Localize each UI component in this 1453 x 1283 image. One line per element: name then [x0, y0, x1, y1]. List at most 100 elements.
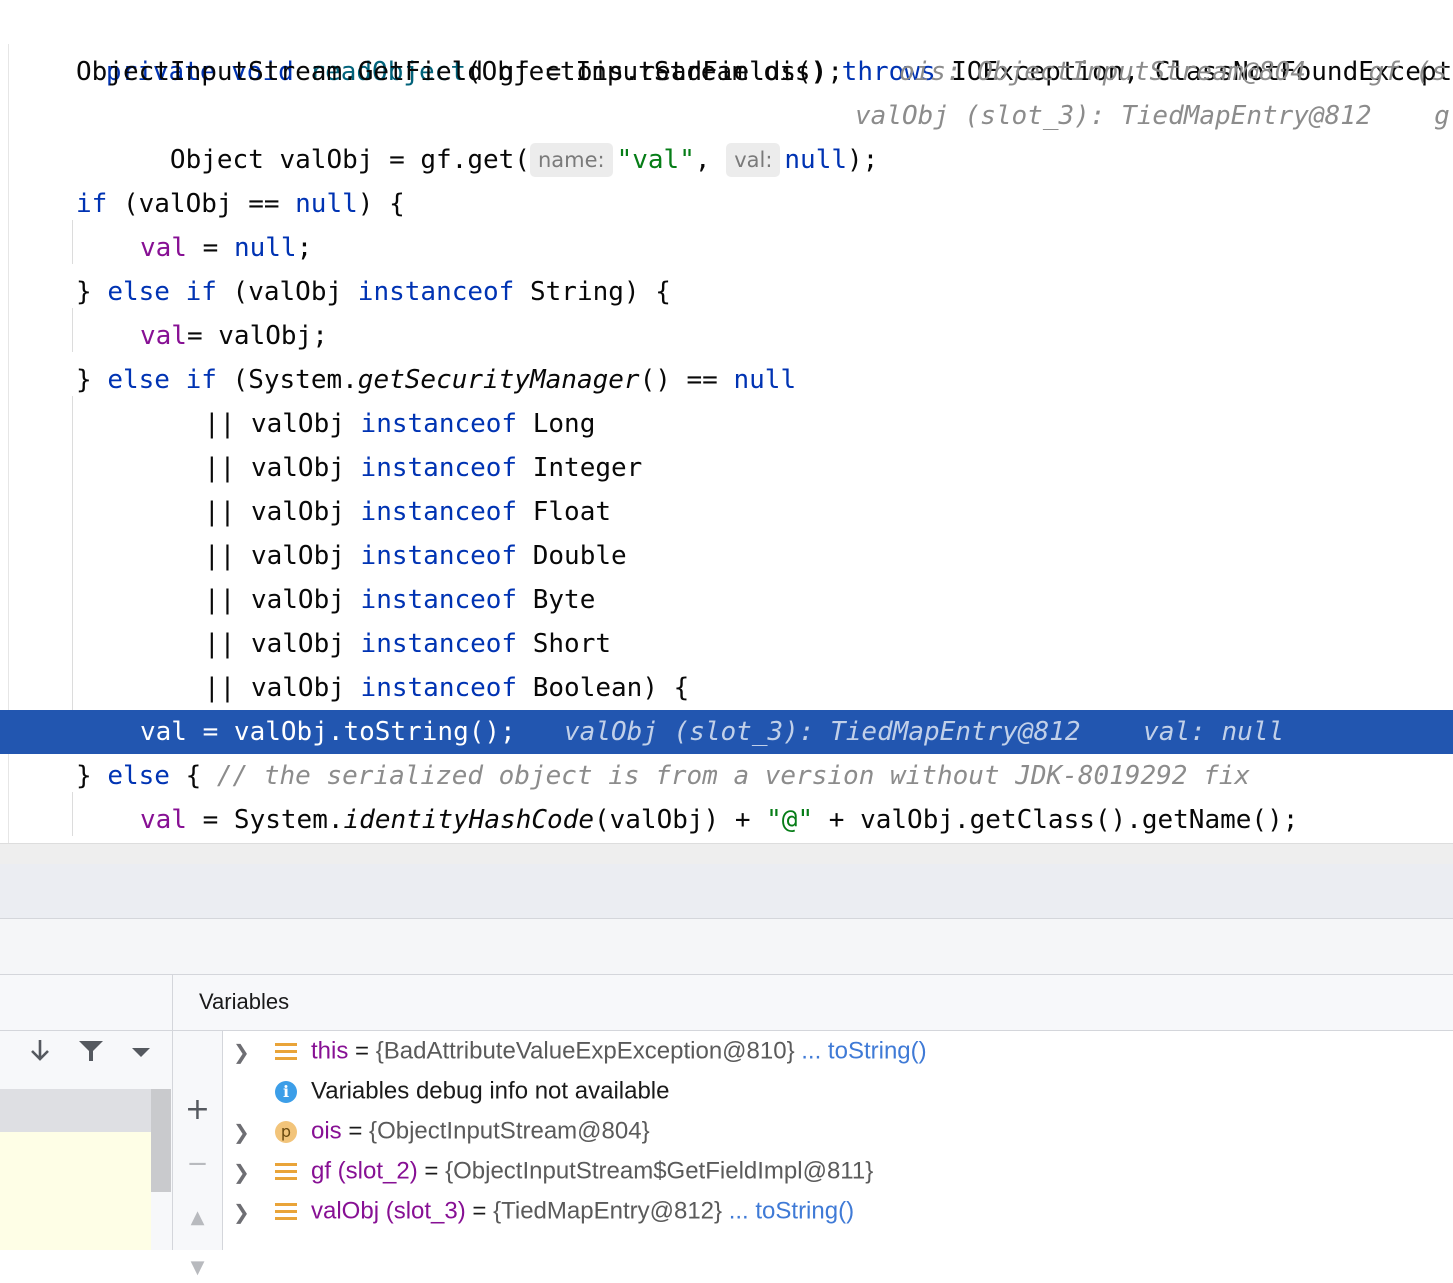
type-name: Boolean) {: [517, 673, 690, 703]
code-line-or-float[interactable]: || valObj instanceof Float: [0, 490, 1453, 534]
remove-watch-icon[interactable]: −: [173, 1149, 222, 1179]
code-text: + valObj.getClass().getName();: [813, 805, 1299, 835]
expand-chevron-icon[interactable]: ❯: [233, 1152, 263, 1192]
code-editor[interactable]: private void readObject(ObjectInputStrea…: [0, 0, 1453, 864]
frame-selected-row[interactable]: [0, 1089, 151, 1132]
code-text: =: [186, 233, 234, 263]
type-name: Double: [517, 541, 627, 571]
code-text: }: [76, 761, 108, 791]
code-text: || valObj: [204, 453, 361, 483]
variable-row-ois[interactable]: ❯ p ois = {ObjectInputStream@804}: [233, 1111, 650, 1151]
code-text: (System.: [216, 365, 358, 395]
add-watch-icon[interactable]: +: [173, 1095, 222, 1125]
code-text: = valObj.toString();: [186, 717, 516, 747]
variables-toolbar: + − ▲ ▼: [173, 1031, 223, 1278]
code-text: Object valObj = gf.get(: [169, 145, 530, 175]
string-literal: "val": [616, 145, 695, 175]
variable-name: ois: [311, 1117, 342, 1145]
frames-list-area[interactable]: [0, 1132, 151, 1250]
type-name: Long: [517, 409, 596, 439]
code-text: = System.: [186, 805, 344, 835]
keyword-null: null: [733, 365, 797, 395]
tostring-link[interactable]: ... toString(): [795, 1038, 926, 1065]
code-text: || valObj: [204, 629, 361, 659]
tostring-link[interactable]: ... toString(): [722, 1198, 854, 1225]
variable-value: {ObjectInputStream$GetFieldImpl@811}: [445, 1157, 874, 1185]
method-call: getSecurityManager: [357, 365, 640, 395]
keyword-instanceof: instanceof: [360, 629, 518, 659]
code-line-else-if-string[interactable]: } else if (valObj instanceof String) {: [0, 270, 1453, 314]
field-val: val: [140, 717, 187, 747]
code-text: || valObj: [204, 409, 361, 439]
code-line-or-byte[interactable]: || valObj instanceof Byte: [0, 578, 1453, 622]
code-line-else-if-security[interactable]: } else if (System.getSecurityManager() =…: [0, 358, 1453, 402]
code-line-method-signature[interactable]: private void readObject(ObjectInputStrea…: [0, 6, 1453, 87]
keyword-instanceof: instanceof: [360, 585, 518, 615]
variable-name: valObj (slot_3): [311, 1197, 466, 1225]
keyword-else: else: [107, 277, 170, 307]
inline-debug-hint: valObj (slot_3): TiedMapEntry@812 g: [855, 101, 1450, 131]
keyword-else: else: [107, 365, 170, 395]
move-up-icon[interactable]: ▲: [173, 1203, 222, 1233]
variables-header: Variables: [173, 975, 1453, 1031]
type-name: Integer: [517, 453, 643, 483]
code-text: (valObj ==: [107, 189, 296, 219]
variable-value: {ObjectInputStream@804}: [369, 1117, 650, 1145]
type-name: Byte: [517, 585, 596, 615]
code-line-val-assign[interactable]: val= valObj;: [0, 314, 1453, 358]
keyword-instanceof: instanceof: [360, 541, 518, 571]
code-text: ObjectInputStream.GetField gf = ois.read…: [76, 57, 844, 87]
variable-row-gf[interactable]: ❯ gf (slot_2) = {ObjectInputStream$GetFie…: [233, 1151, 873, 1191]
keyword-instanceof: instanceof: [360, 409, 518, 439]
variable-row-this[interactable]: ❯ this = {BadAttributeValueExpException@8…: [233, 1031, 927, 1071]
keyword-null: null: [784, 145, 848, 175]
frames-panel[interactable]: [0, 975, 173, 1250]
code-line-or-long[interactable]: || valObj instanceof Long: [0, 402, 1453, 446]
frames-scrollbar[interactable]: [151, 1089, 171, 1192]
editor-horizontal-scrollbar[interactable]: [0, 843, 1453, 864]
variable-value: {TiedMapEntry@812}: [493, 1197, 723, 1225]
filter-icon[interactable]: [78, 1039, 104, 1067]
code-text: ) {: [357, 189, 405, 219]
code-text: (valObj) +: [593, 805, 767, 835]
chevron-down-icon[interactable]: [130, 1045, 152, 1064]
parameter-hint-val: val:: [726, 143, 781, 177]
code-line-identity-hash[interactable]: val = System.identityHashCode(valObj) + …: [0, 798, 1453, 842]
code-line-or-short[interactable]: || valObj instanceof Short: [0, 622, 1453, 666]
move-down-icon[interactable]: ▼: [173, 1253, 222, 1283]
field-val: val: [140, 233, 187, 263]
expand-chevron-icon[interactable]: ❯: [233, 1192, 263, 1232]
info-icon: i: [275, 1080, 297, 1103]
frames-toolbar: [0, 1030, 172, 1063]
field-icon: [275, 1200, 297, 1223]
code-text: || valObj: [204, 541, 361, 571]
variable-row-valobj[interactable]: ❯ valObj (slot_3) = {TiedMapEntry@812} ..…: [233, 1191, 854, 1231]
code-line-or-double[interactable]: || valObj instanceof Double: [0, 534, 1453, 578]
code-line-get-val[interactable]: Object valObj = gf.get(name: "val", val: n…: [0, 94, 1453, 177]
code-line-or-boolean[interactable]: || valObj instanceof Boolean) {: [0, 666, 1453, 710]
type-name: Short: [517, 629, 612, 659]
variable-equals: =: [465, 1197, 494, 1225]
arrow-down-icon[interactable]: [28, 1037, 52, 1067]
keyword-else: else: [107, 761, 170, 791]
expand-chevron-icon[interactable]: ❯: [233, 1032, 263, 1072]
variables-panel[interactable]: Variables + − ▲ ▼ ❯ this = {BadAttributeV…: [173, 975, 1453, 1278]
code-line-else[interactable]: } else { // the serialized object is fro…: [0, 754, 1453, 798]
variable-equals: =: [341, 1117, 370, 1145]
keyword-if: if: [185, 277, 217, 307]
keyword-instanceof: instanceof: [357, 277, 515, 307]
code-line-val-null[interactable]: val = null;: [0, 226, 1453, 270]
code-text: (valObj: [216, 277, 358, 307]
field-icon: [275, 1040, 297, 1063]
code-text: String) {: [514, 277, 671, 307]
code-line-if-null[interactable]: if (valObj == null) {: [0, 182, 1453, 226]
expand-chevron-icon[interactable]: ❯: [233, 1112, 263, 1152]
code-line-or-integer[interactable]: || valObj instanceof Integer: [0, 446, 1453, 490]
code-text: () ==: [639, 365, 734, 395]
variables-title: Variables: [199, 989, 290, 1014]
code-line-readfields[interactable]: ObjectInputStream.GetField gf = ois.read…: [0, 50, 1453, 94]
execution-point-line[interactable]: val = valObj.toString(); valObj (slot_3)…: [0, 710, 1453, 754]
type-name: Float: [517, 497, 612, 527]
code-text: }: [76, 365, 108, 395]
field-val: val: [140, 805, 187, 835]
